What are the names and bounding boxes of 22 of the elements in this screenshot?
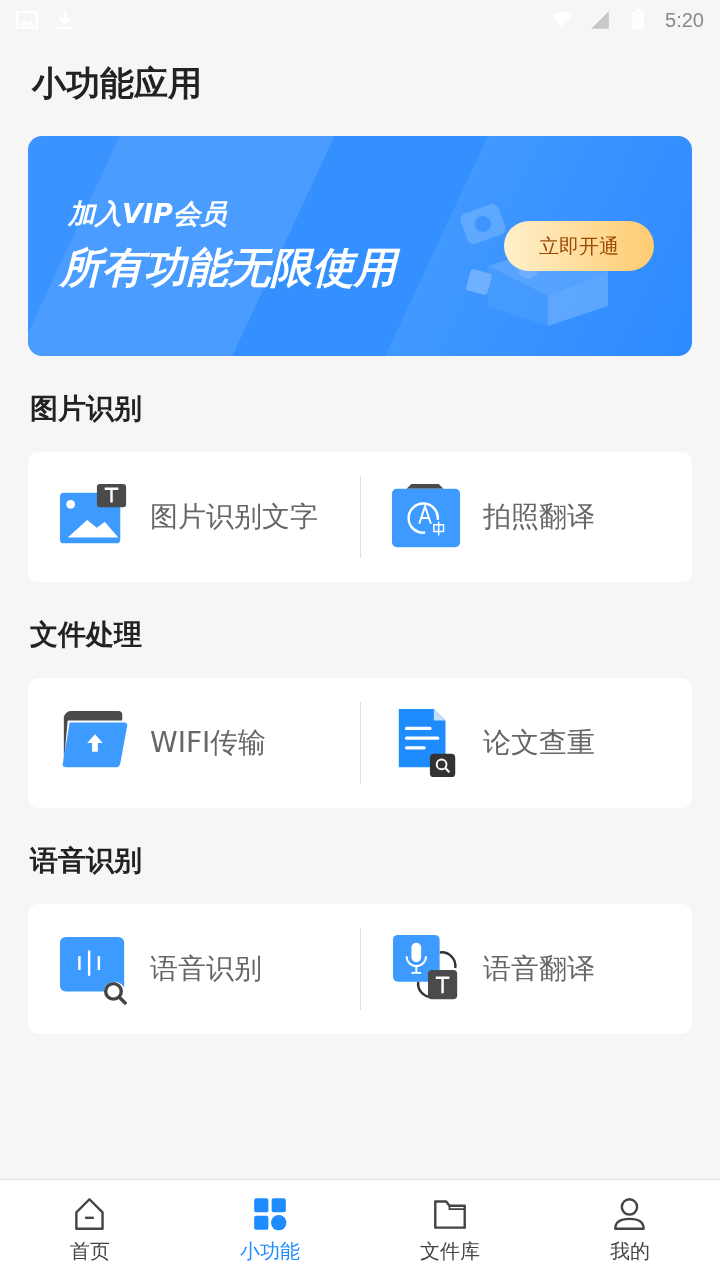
feature-item[interactable]: 语音翻译 <box>360 904 692 1034</box>
open-vip-button[interactable]: 立即开通 <box>504 221 654 271</box>
page-title: 小功能应用 <box>30 62 203 105</box>
nav-tab[interactable]: 首页 <box>0 1180 180 1280</box>
status-time: 5:20 <box>665 8 704 32</box>
nav-tab[interactable]: 文件库 <box>360 1180 540 1280</box>
grid-icon <box>252 1195 288 1232</box>
banner-subtitle: 加入VIP会员 <box>67 197 229 231</box>
person-icon <box>612 1195 648 1232</box>
feature-item[interactable]: 语音识别 <box>28 904 360 1034</box>
feature-item[interactable]: 论文查重 <box>360 678 692 808</box>
banner-headline: 所有功能无限使用 <box>60 240 504 296</box>
nav-tab[interactable]: 我的 <box>540 1180 720 1280</box>
nav-tab[interactable]: 小功能 <box>180 1180 360 1280</box>
feature-item[interactable]: 图片识别文字 <box>28 452 360 582</box>
section-heading: 语音识别 <box>28 843 143 879</box>
vip-banner[interactable]: 加入VIP会员 所有功能无限使用 立即开通 <box>28 136 692 356</box>
feature-item[interactable]: WIFI传输 <box>28 678 360 808</box>
section-heading: 图片识别 <box>29 391 143 427</box>
section-heading: 文件处理 <box>29 617 143 653</box>
feature-item[interactable]: 拍照翻译 <box>360 452 692 582</box>
signal-icon <box>589 9 612 31</box>
